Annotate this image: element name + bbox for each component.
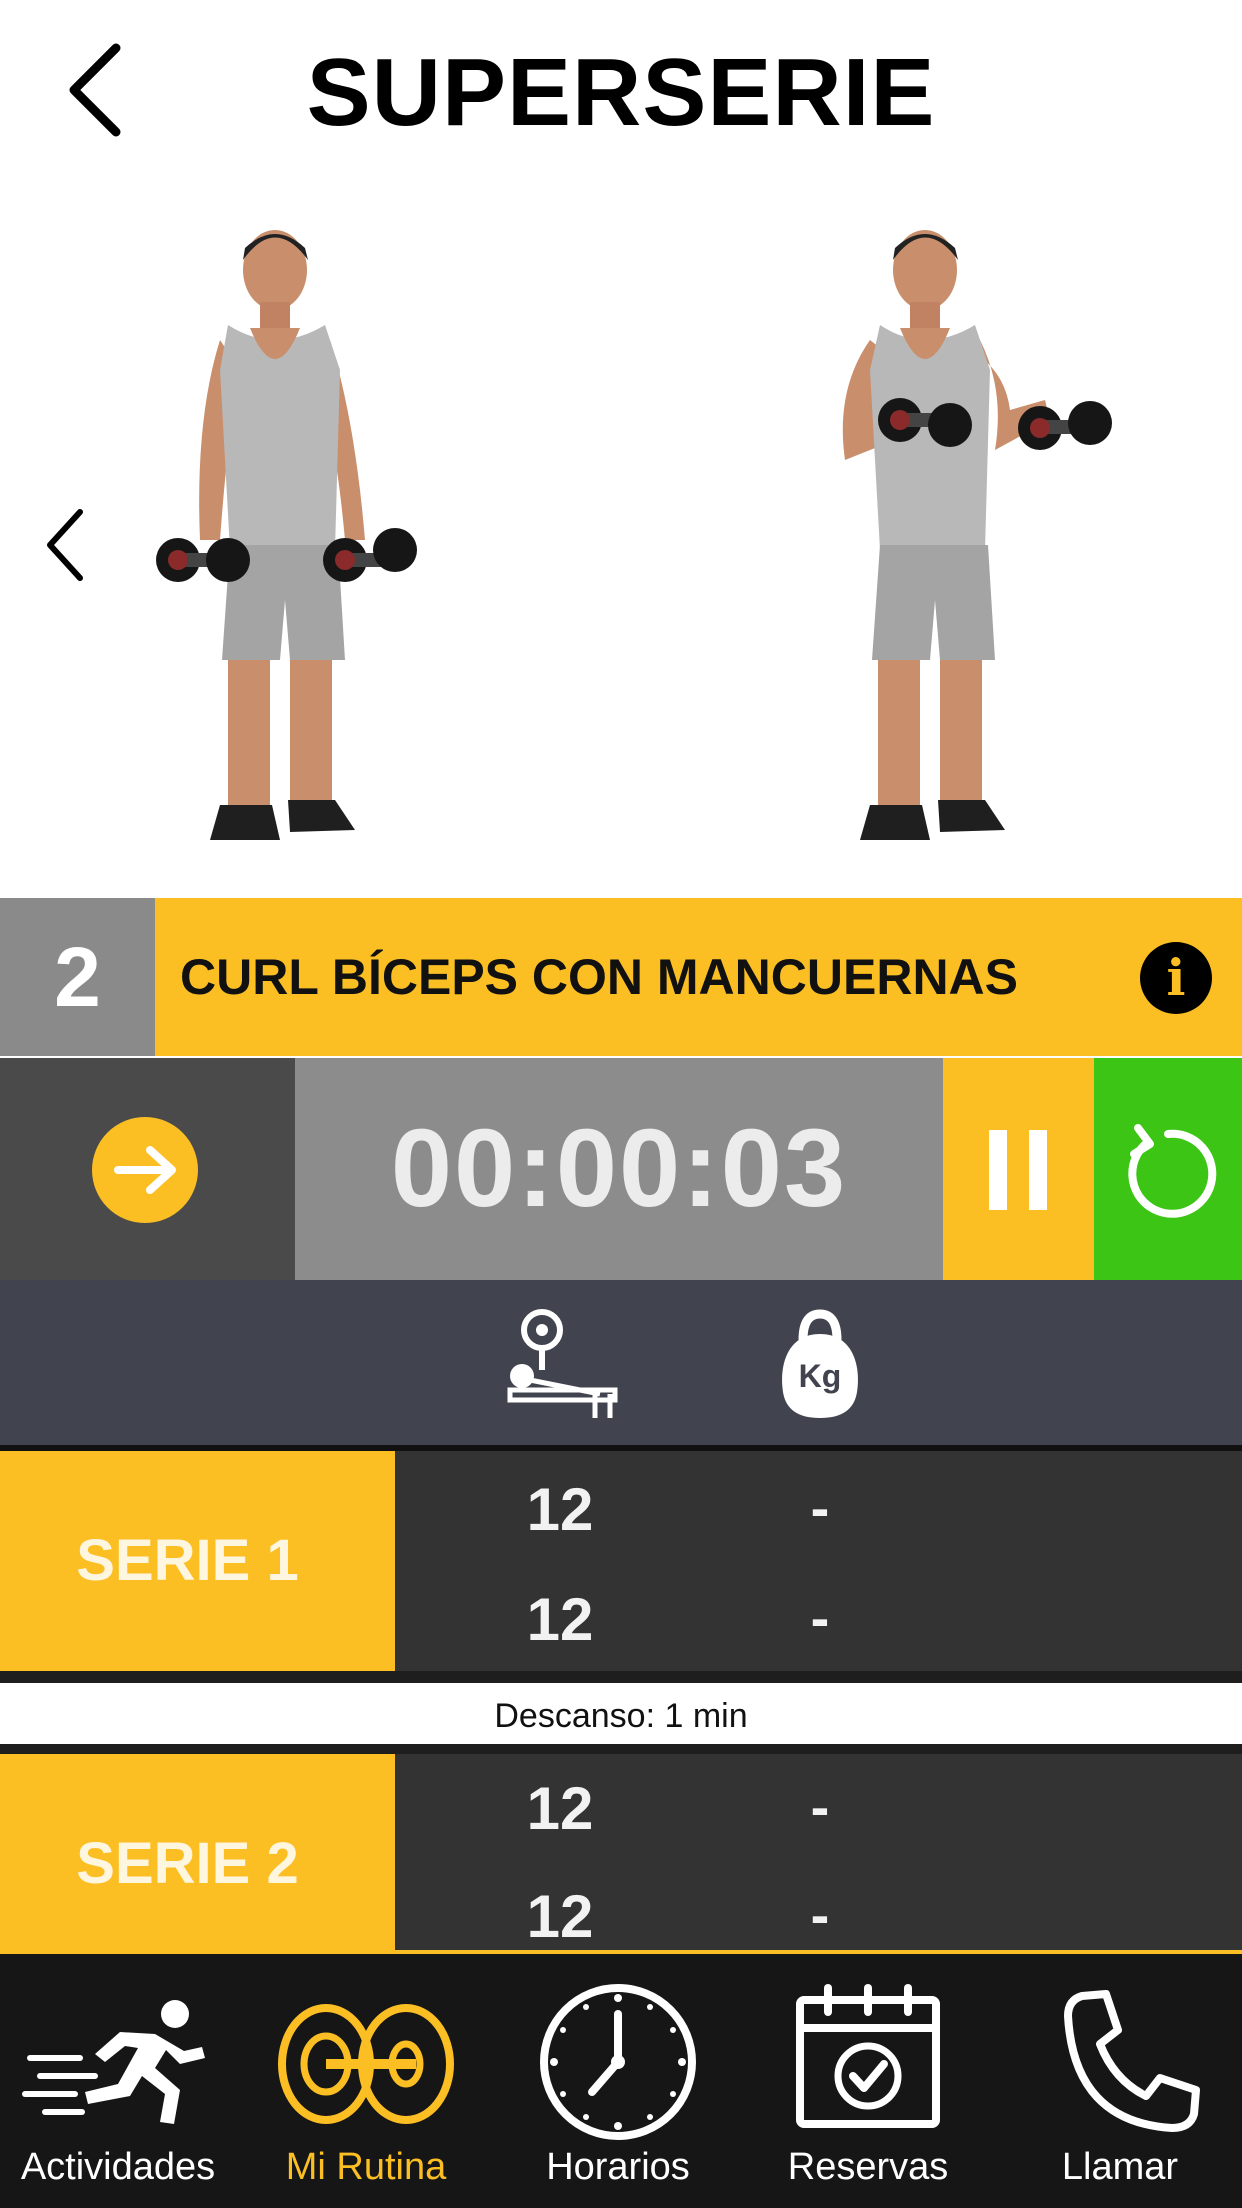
reset-button[interactable] bbox=[1094, 1058, 1242, 1280]
nav-item-horarios[interactable]: Horarios bbox=[508, 1954, 728, 2208]
rest-row: Descanso: 1 min bbox=[0, 1688, 1242, 1744]
info-button[interactable]: i bbox=[1140, 942, 1212, 1014]
serie-label: SERIE 1 bbox=[76, 1528, 299, 1593]
reset-icon bbox=[1128, 1124, 1217, 1218]
reps-value: 12 bbox=[526, 1586, 594, 1653]
timer-value: 00:00:03 bbox=[390, 1107, 848, 1230]
nav-label: Reservas bbox=[787, 2146, 949, 2188]
weight-plates-icon bbox=[278, 2004, 454, 2124]
kg-value: - bbox=[810, 1476, 830, 1539]
serie-label-box[interactable]: SERIE 1 bbox=[0, 1451, 395, 1671]
exercise-start-figure bbox=[156, 230, 417, 840]
info-icon: i bbox=[1166, 948, 1186, 1007]
nav-label: Actividades bbox=[20, 2146, 216, 2188]
page-title: SUPERSERIE bbox=[306, 39, 936, 146]
exercise-image bbox=[0, 190, 1242, 898]
phone-icon bbox=[1064, 1990, 1200, 2132]
exercise-end-figure bbox=[842, 230, 1112, 840]
exercise-bar: 2 CURL BÍCEPS CON MANCUERNAS i bbox=[0, 898, 1242, 1056]
column-header: Kg bbox=[0, 1280, 1242, 1445]
kettlebell-kg-icon: Kg bbox=[775, 1306, 865, 1422]
next-exercise-button[interactable] bbox=[0, 1058, 295, 1280]
nav-item-actividades[interactable]: Actividades bbox=[0, 1954, 236, 2208]
reps-value: 12 bbox=[526, 1476, 594, 1543]
nav-label: Mi Rutina bbox=[285, 2146, 447, 2188]
timer-display: 00:00:03 bbox=[295, 1058, 943, 1280]
chevron-left-icon bbox=[47, 509, 83, 581]
nav-item-reservas[interactable]: Reservas bbox=[758, 1954, 978, 2208]
bottom-navigation: Actividades Mi Rutina Horarios Reservas … bbox=[0, 1950, 1242, 2208]
exercise-number: 2 bbox=[0, 898, 155, 1056]
clock-icon bbox=[540, 1984, 696, 2140]
bench-press-icon bbox=[507, 1309, 618, 1418]
reps-value: 12 bbox=[526, 1883, 594, 1950]
timer-row: 00:00:03 bbox=[0, 1058, 1242, 1280]
nav-label: Llamar bbox=[1061, 2146, 1179, 2188]
serie-block: SERIE 2 12 - 12 - bbox=[0, 1754, 1242, 1950]
nav-label: Horarios bbox=[546, 2146, 690, 2188]
kg-value: - bbox=[810, 1883, 830, 1946]
nav-item-llamar[interactable]: Llamar bbox=[1010, 1954, 1230, 2208]
serie-label: SERIE 2 bbox=[76, 1831, 299, 1896]
exercise-name: CURL BÍCEPS CON MANCUERNAS bbox=[180, 949, 1019, 1005]
kg-value: - bbox=[810, 1586, 830, 1649]
header: SUPERSERIE bbox=[0, 0, 1242, 190]
serie-block: SERIE 1 12 - 12 - bbox=[0, 1451, 1242, 1671]
divider bbox=[0, 1744, 1242, 1754]
calendar-check-icon bbox=[796, 1984, 940, 2128]
divider bbox=[0, 1671, 1242, 1683]
kg-label: Kg bbox=[798, 1358, 842, 1394]
running-person-icon bbox=[22, 2000, 205, 2124]
pause-button[interactable] bbox=[943, 1058, 1094, 1280]
reps-value: 12 bbox=[526, 1775, 594, 1842]
previous-image-button[interactable] bbox=[38, 500, 98, 590]
rest-label: Descanso: 1 min bbox=[494, 1697, 748, 1735]
exercise-name-box: CURL BÍCEPS CON MANCUERNAS i bbox=[155, 898, 1242, 1056]
serie-label-box[interactable]: SERIE 2 bbox=[0, 1754, 395, 1950]
kg-value: - bbox=[810, 1775, 830, 1838]
arrow-right-icon bbox=[92, 1117, 198, 1223]
nav-item-mi-rutina[interactable]: Mi Rutina bbox=[256, 1954, 476, 2208]
